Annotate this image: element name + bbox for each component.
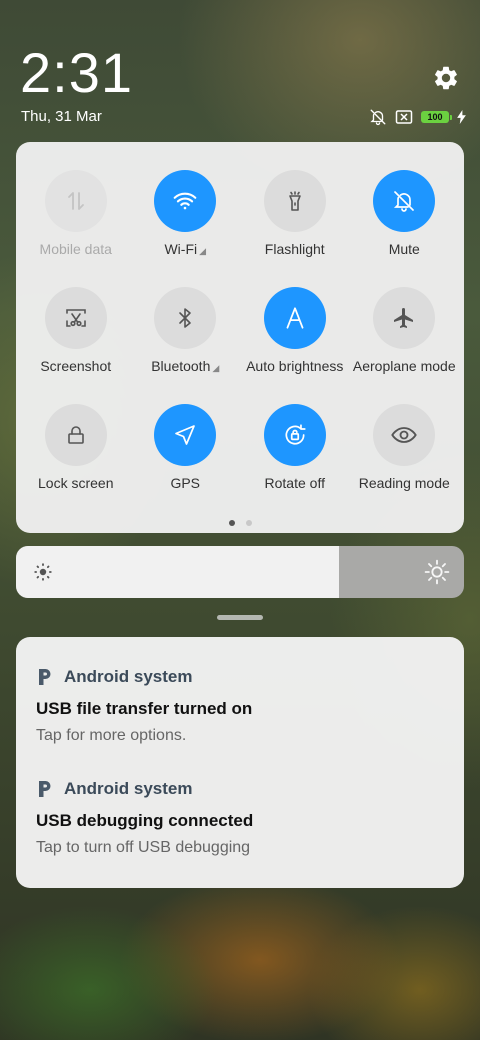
tile-aeroplane-mode-button[interactable] (373, 287, 436, 349)
tile-gps-button[interactable] (154, 404, 217, 466)
tile-bluetooth[interactable]: Bluetooth ◢ (131, 287, 241, 404)
battery-icon: 100 (421, 111, 452, 123)
tile-auto-brightness-button[interactable] (263, 287, 326, 349)
tile-mobile-data[interactable]: Mobile data (21, 170, 131, 287)
brightness-high-icon (424, 559, 450, 585)
tile-flashlight-button[interactable] (263, 170, 326, 232)
notification-title: USB file transfer turned on (36, 699, 253, 718)
tile-lock-screen[interactable]: Lock screen (21, 404, 131, 521)
tile-flashlight-label: Flashlight (264, 241, 325, 257)
tile-rotate-off-label: Rotate off (264, 475, 325, 491)
brightness-slider[interactable] (16, 546, 464, 598)
tile-lock-screen-button[interactable] (44, 404, 107, 466)
settings-button[interactable] (432, 64, 460, 92)
tile-mobile-data-button[interactable] (44, 170, 107, 232)
tile-lock-screen-label: Lock screen (38, 475, 114, 491)
battery-level: 100 (427, 112, 443, 122)
lock-icon (67, 426, 84, 444)
tile-aeroplane-mode[interactable]: Aeroplane mode (350, 287, 460, 404)
android-system-app-icon (39, 781, 51, 797)
notification-header: Android system (36, 777, 436, 801)
tile-reading-mode-button[interactable] (373, 404, 436, 466)
flashlight-icon (288, 191, 301, 211)
tile-flashlight[interactable]: Flashlight (240, 170, 350, 287)
tile-wifi-label: Wi-Fi ◢ (164, 241, 206, 257)
tile-wifi-label-text: Wi-Fi (164, 241, 198, 257)
tile-gps-label: GPS (170, 475, 201, 491)
auto-brightness-icon (286, 307, 304, 329)
tile-bluetooth-button[interactable] (154, 287, 217, 349)
notification-app-name: Android system (64, 779, 193, 798)
clock-time: 2:31 (20, 41, 133, 104)
expand-arrow-icon: ◢ (212, 363, 220, 373)
page-dot-2[interactable] (245, 520, 252, 526)
notification-usb-file-transfer[interactable]: Android system USB file transfer turned … (36, 665, 436, 745)
mobile-data-icon (67, 192, 84, 210)
tile-reading-mode-label: Reading mode (358, 475, 450, 491)
charging-bolt-icon (457, 110, 466, 124)
brightness-slider-fill (16, 546, 339, 598)
tile-mute[interactable]: Mute (350, 170, 460, 287)
clock-date: Thu, 31 Mar (21, 108, 102, 125)
notification-app-name: Android system (64, 667, 193, 686)
tile-aeroplane-mode-label: Aeroplane mode (352, 358, 456, 374)
quick-settings-panel: Mobile data Wi-Fi ◢ Flashlight Mute Scre… (16, 142, 464, 533)
tile-screenshot[interactable]: Screenshot (21, 287, 131, 404)
notification-body: Tap for more options. (36, 727, 187, 744)
gear-icon (435, 66, 457, 90)
notification-header: Android system (36, 665, 436, 689)
gps-icon (175, 425, 196, 445)
tile-rotate-off-button[interactable] (263, 404, 326, 466)
eye-icon (391, 427, 417, 443)
bluetooth-icon (179, 308, 192, 328)
notification-card[interactable]: Android system USB file transfer turned … (16, 637, 464, 888)
panel-drag-handle[interactable] (217, 615, 263, 620)
page-indicator (16, 520, 464, 526)
expand-arrow-icon: ◢ (199, 246, 207, 256)
notification-title: USB debugging connected (36, 811, 254, 830)
status-bar-icons: 100 (369, 108, 466, 126)
bell-off-icon (370, 109, 386, 126)
tile-bluetooth-label: Bluetooth ◢ (151, 358, 219, 374)
notification-usb-debugging[interactable]: Android system USB debugging connected T… (36, 777, 436, 857)
tile-screenshot-label: Screenshot (40, 358, 112, 374)
page-dot-1[interactable] (228, 520, 235, 526)
tile-reading-mode[interactable]: Reading mode (350, 404, 460, 521)
tile-rotate-off[interactable]: Rotate off (240, 404, 350, 521)
android-system-app-icon (39, 669, 51, 685)
screenshot-icon (65, 309, 86, 327)
no-sim-icon (395, 110, 413, 124)
tile-screenshot-button[interactable] (44, 287, 107, 349)
tile-mute-button[interactable] (373, 170, 436, 232)
notification-body: Tap to turn off USB debugging (36, 839, 251, 856)
tile-wifi[interactable]: Wi-Fi ◢ (131, 170, 241, 287)
wifi-icon (173, 192, 197, 210)
tile-mute-label: Mute (388, 241, 420, 257)
tile-wifi-button[interactable] (154, 170, 217, 232)
aeroplane-icon (394, 308, 414, 328)
tile-bluetooth-label-text: Bluetooth (151, 358, 211, 374)
tile-auto-brightness[interactable]: Auto brightness (240, 287, 350, 404)
quick-settings-grid: Mobile data Wi-Fi ◢ Flashlight Mute Scre… (16, 170, 469, 521)
bell-off-icon (394, 191, 415, 212)
tile-mobile-data-label: Mobile data (39, 241, 112, 257)
tile-auto-brightness-label: Auto brightness (246, 358, 344, 374)
brightness-low-icon (34, 563, 52, 581)
tile-gps[interactable]: GPS (131, 404, 241, 521)
rotate-lock-icon (285, 424, 306, 445)
